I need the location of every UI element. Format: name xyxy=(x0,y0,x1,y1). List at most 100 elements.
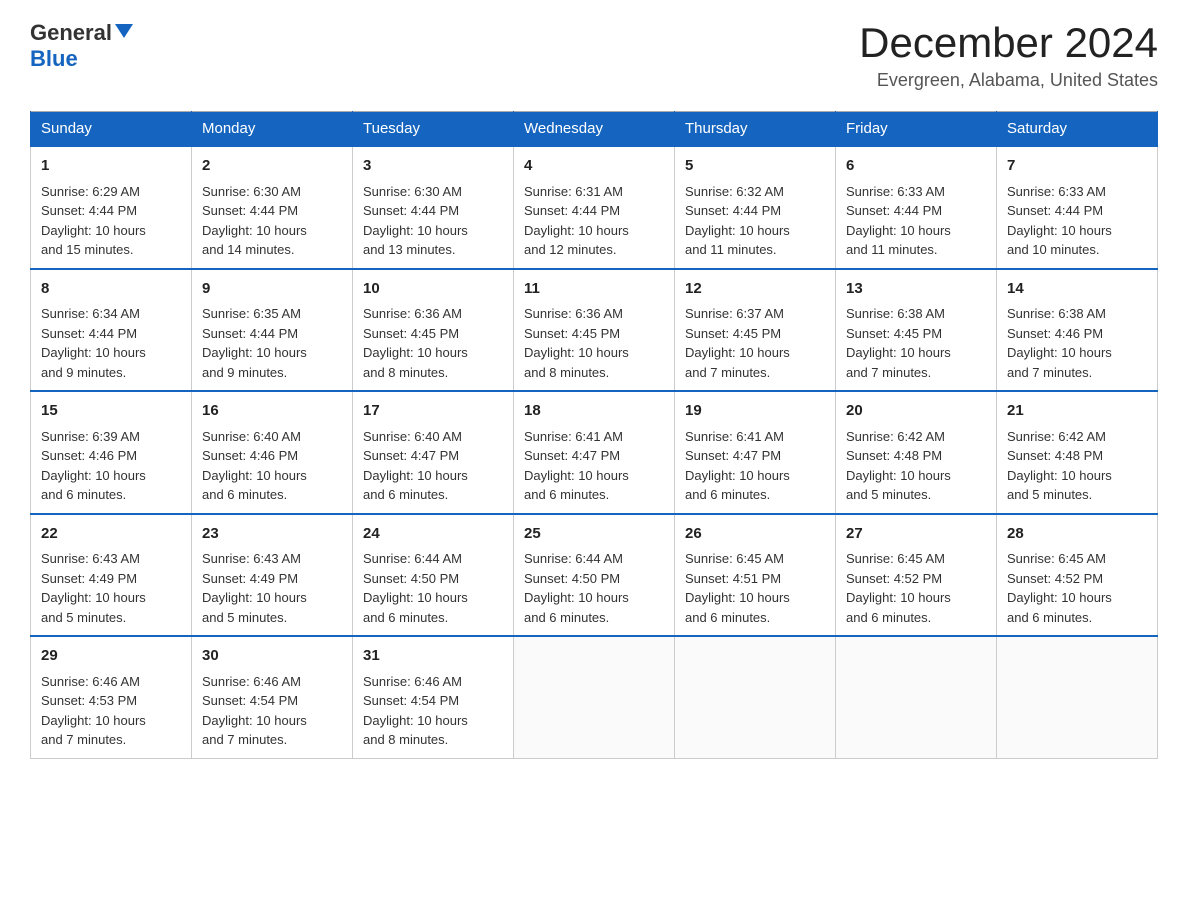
day-info: Sunrise: 6:42 AMSunset: 4:48 PMDaylight:… xyxy=(1007,429,1112,503)
day-info: Sunrise: 6:42 AMSunset: 4:48 PMDaylight:… xyxy=(846,429,951,503)
day-number: 10 xyxy=(363,278,503,301)
calendar-week-row: 1Sunrise: 6:29 AMSunset: 4:44 PMDaylight… xyxy=(31,146,1158,269)
table-row: 3Sunrise: 6:30 AMSunset: 4:44 PMDaylight… xyxy=(353,146,514,269)
title-block: December 2024 Evergreen, Alabama, United… xyxy=(859,20,1158,91)
day-number: 13 xyxy=(846,278,986,301)
day-info: Sunrise: 6:32 AMSunset: 4:44 PMDaylight:… xyxy=(685,184,790,258)
day-info: Sunrise: 6:45 AMSunset: 4:51 PMDaylight:… xyxy=(685,551,790,625)
day-number: 29 xyxy=(41,645,181,668)
table-row: 14Sunrise: 6:38 AMSunset: 4:46 PMDayligh… xyxy=(997,269,1158,392)
table-row: 25 Sunrise: 6:44 AMSunset: 4:50 PMDayligh… xyxy=(514,514,675,637)
day-info: Sunrise: 6:35 AMSunset: 4:44 PMDaylight:… xyxy=(202,306,307,380)
calendar-week-row: 15Sunrise: 6:39 AMSunset: 4:46 PMDayligh… xyxy=(31,391,1158,514)
day-number: 24 xyxy=(363,523,503,546)
day-number: 28 xyxy=(1007,523,1147,546)
logo-general-text: General xyxy=(30,20,112,46)
table-row: 23 Sunrise: 6:43 AMSunset: 4:49 PMDayligh… xyxy=(192,514,353,637)
day-number: 6 xyxy=(846,155,986,178)
day-number: 7 xyxy=(1007,155,1147,178)
table-row: 26 Sunrise: 6:45 AMSunset: 4:51 PMDayligh… xyxy=(675,514,836,637)
day-info: Sunrise: 6:45 AMSunset: 4:52 PMDaylight:… xyxy=(1007,551,1112,625)
day-number: 9 xyxy=(202,278,342,301)
logo-triangle-icon xyxy=(115,22,133,40)
table-row: 21Sunrise: 6:42 AMSunset: 4:48 PMDayligh… xyxy=(997,391,1158,514)
day-info: Sunrise: 6:29 AMSunset: 4:44 PMDaylight:… xyxy=(41,184,146,258)
day-info: Sunrise: 6:40 AMSunset: 4:46 PMDaylight:… xyxy=(202,429,307,503)
table-row: 22 Sunrise: 6:43 AMSunset: 4:49 PMDayligh… xyxy=(31,514,192,637)
day-info: Sunrise: 6:45 AMSunset: 4:52 PMDaylight:… xyxy=(846,551,951,625)
table-row: 18 Sunrise: 6:41 AMSunset: 4:47 PMDayligh… xyxy=(514,391,675,514)
table-row: 6 Sunrise: 6:33 AMSunset: 4:44 PMDaylight… xyxy=(836,146,997,269)
table-row: 4 Sunrise: 6:31 AMSunset: 4:44 PMDaylight… xyxy=(514,146,675,269)
table-row: 19Sunrise: 6:41 AMSunset: 4:47 PMDayligh… xyxy=(675,391,836,514)
day-number: 22 xyxy=(41,523,181,546)
day-info: Sunrise: 6:36 AMSunset: 4:45 PMDaylight:… xyxy=(363,306,468,380)
day-info: Sunrise: 6:46 AMSunset: 4:53 PMDaylight:… xyxy=(41,674,146,748)
day-number: 16 xyxy=(202,400,342,423)
day-info: Sunrise: 6:46 AMSunset: 4:54 PMDaylight:… xyxy=(202,674,307,748)
day-info: Sunrise: 6:33 AMSunset: 4:44 PMDaylight:… xyxy=(846,184,951,258)
calendar-table: Sunday Monday Tuesday Wednesday Thursday… xyxy=(30,111,1158,759)
table-row: 28 Sunrise: 6:45 AMSunset: 4:52 PMDayligh… xyxy=(997,514,1158,637)
table-row: 5Sunrise: 6:32 AMSunset: 4:44 PMDaylight… xyxy=(675,146,836,269)
day-info: Sunrise: 6:33 AMSunset: 4:44 PMDaylight:… xyxy=(1007,184,1112,258)
table-row: 13 Sunrise: 6:38 AMSunset: 4:45 PMDayligh… xyxy=(836,269,997,392)
table-row xyxy=(675,636,836,758)
day-info: Sunrise: 6:43 AMSunset: 4:49 PMDaylight:… xyxy=(41,551,146,625)
day-info: Sunrise: 6:41 AMSunset: 4:47 PMDaylight:… xyxy=(685,429,790,503)
day-info: Sunrise: 6:46 AMSunset: 4:54 PMDaylight:… xyxy=(363,674,468,748)
day-info: Sunrise: 6:30 AMSunset: 4:44 PMDaylight:… xyxy=(363,184,468,258)
day-number: 11 xyxy=(524,278,664,301)
header-tuesday: Tuesday xyxy=(353,112,514,147)
day-info: Sunrise: 6:31 AMSunset: 4:44 PMDaylight:… xyxy=(524,184,629,258)
logo: General Blue xyxy=(30,20,133,72)
header-sunday: Sunday xyxy=(31,112,192,147)
table-row: 2 Sunrise: 6:30 AMSunset: 4:44 PMDaylight… xyxy=(192,146,353,269)
day-info: Sunrise: 6:40 AMSunset: 4:47 PMDaylight:… xyxy=(363,429,468,503)
day-number: 26 xyxy=(685,523,825,546)
day-number: 8 xyxy=(41,278,181,301)
day-info: Sunrise: 6:38 AMSunset: 4:46 PMDaylight:… xyxy=(1007,306,1112,380)
day-number: 4 xyxy=(524,155,664,178)
table-row: 1Sunrise: 6:29 AMSunset: 4:44 PMDaylight… xyxy=(31,146,192,269)
calendar-title: December 2024 xyxy=(859,20,1158,66)
page-header: General Blue December 2024 Evergreen, Al… xyxy=(30,20,1158,91)
day-number: 20 xyxy=(846,400,986,423)
day-info: Sunrise: 6:43 AMSunset: 4:49 PMDaylight:… xyxy=(202,551,307,625)
day-number: 17 xyxy=(363,400,503,423)
table-row: 30 Sunrise: 6:46 AMSunset: 4:54 PMDayligh… xyxy=(192,636,353,758)
day-info: Sunrise: 6:41 AMSunset: 4:47 PMDaylight:… xyxy=(524,429,629,503)
table-row: 11 Sunrise: 6:36 AMSunset: 4:45 PMDayligh… xyxy=(514,269,675,392)
table-row: 17 Sunrise: 6:40 AMSunset: 4:47 PMDayligh… xyxy=(353,391,514,514)
day-info: Sunrise: 6:44 AMSunset: 4:50 PMDaylight:… xyxy=(524,551,629,625)
day-info: Sunrise: 6:37 AMSunset: 4:45 PMDaylight:… xyxy=(685,306,790,380)
table-row: 27Sunrise: 6:45 AMSunset: 4:52 PMDayligh… xyxy=(836,514,997,637)
header-monday: Monday xyxy=(192,112,353,147)
day-number: 25 xyxy=(524,523,664,546)
header-thursday: Thursday xyxy=(675,112,836,147)
header-wednesday: Wednesday xyxy=(514,112,675,147)
calendar-week-row: 29 Sunrise: 6:46 AMSunset: 4:53 PMDayligh… xyxy=(31,636,1158,758)
header-saturday: Saturday xyxy=(997,112,1158,147)
day-info: Sunrise: 6:38 AMSunset: 4:45 PMDaylight:… xyxy=(846,306,951,380)
table-row: 9 Sunrise: 6:35 AMSunset: 4:44 PMDaylight… xyxy=(192,269,353,392)
logo-blue-text: Blue xyxy=(30,46,78,71)
table-row xyxy=(514,636,675,758)
calendar-header-row: Sunday Monday Tuesday Wednesday Thursday… xyxy=(31,112,1158,147)
day-info: Sunrise: 6:30 AMSunset: 4:44 PMDaylight:… xyxy=(202,184,307,258)
table-row: 31 Sunrise: 6:46 AMSunset: 4:54 PMDayligh… xyxy=(353,636,514,758)
table-row: 12Sunrise: 6:37 AMSunset: 4:45 PMDayligh… xyxy=(675,269,836,392)
day-number: 30 xyxy=(202,645,342,668)
calendar-subtitle: Evergreen, Alabama, United States xyxy=(859,70,1158,91)
table-row: 29 Sunrise: 6:46 AMSunset: 4:53 PMDayligh… xyxy=(31,636,192,758)
day-number: 31 xyxy=(363,645,503,668)
day-info: Sunrise: 6:34 AMSunset: 4:44 PMDaylight:… xyxy=(41,306,146,380)
table-row: 20 Sunrise: 6:42 AMSunset: 4:48 PMDayligh… xyxy=(836,391,997,514)
calendar-week-row: 22 Sunrise: 6:43 AMSunset: 4:49 PMDayligh… xyxy=(31,514,1158,637)
table-row: 15Sunrise: 6:39 AMSunset: 4:46 PMDayligh… xyxy=(31,391,192,514)
day-info: Sunrise: 6:36 AMSunset: 4:45 PMDaylight:… xyxy=(524,306,629,380)
day-number: 18 xyxy=(524,400,664,423)
logo-arrow-icon xyxy=(115,22,133,45)
day-number: 23 xyxy=(202,523,342,546)
day-number: 2 xyxy=(202,155,342,178)
